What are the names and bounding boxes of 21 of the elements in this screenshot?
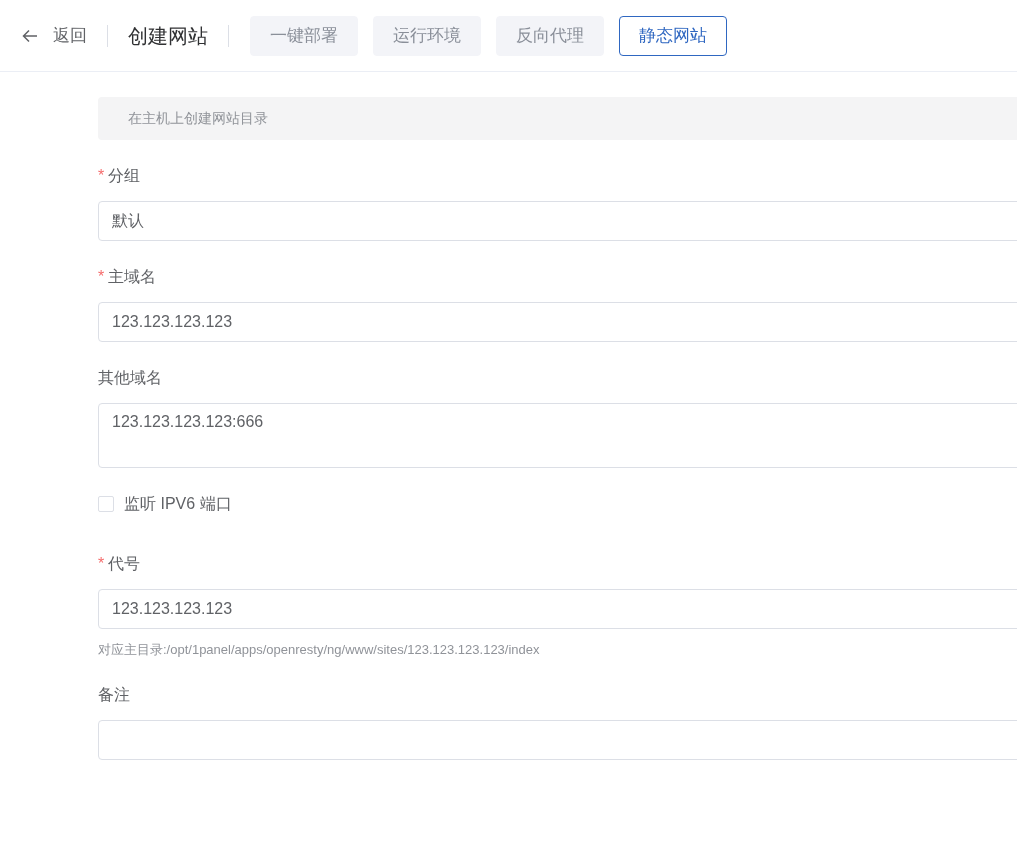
back-arrow-icon: [22, 28, 38, 43]
label-text: 主域名: [108, 267, 157, 287]
input-field[interactable]: [98, 720, 1017, 760]
checkbox-label: 监听 IPV6 端口: [124, 494, 232, 514]
hint-text: 对应主目录:/opt/1panel/apps/openresty/ng/www/sites/123.123.123.123/index: [98, 641, 541, 659]
required-mark: *: [98, 554, 105, 574]
label-text: 分组: [108, 166, 141, 186]
label-text: 备注: [98, 685, 130, 705]
label-text: 其他域名: [98, 368, 162, 388]
input-field[interactable]: 默认: [98, 201, 1017, 241]
label-text: 代号: [108, 554, 141, 574]
input-field[interactable]: 123.123.123.123: [98, 302, 1017, 342]
page-title: 创建网站: [128, 23, 208, 49]
tab[interactable]: 静态网站: [619, 15, 727, 56]
required-mark: *: [98, 166, 105, 186]
back-button[interactable]: 返回: [22, 22, 87, 49]
notice-banner: 在主机上创建网站目录: [98, 97, 1017, 140]
input-field[interactable]: 123.123.123.123: [98, 589, 1017, 629]
textarea-field[interactable]: 123.123.123.123:666: [98, 403, 1017, 468]
required-mark: *: [98, 267, 105, 287]
checkbox[interactable]: [98, 496, 114, 512]
